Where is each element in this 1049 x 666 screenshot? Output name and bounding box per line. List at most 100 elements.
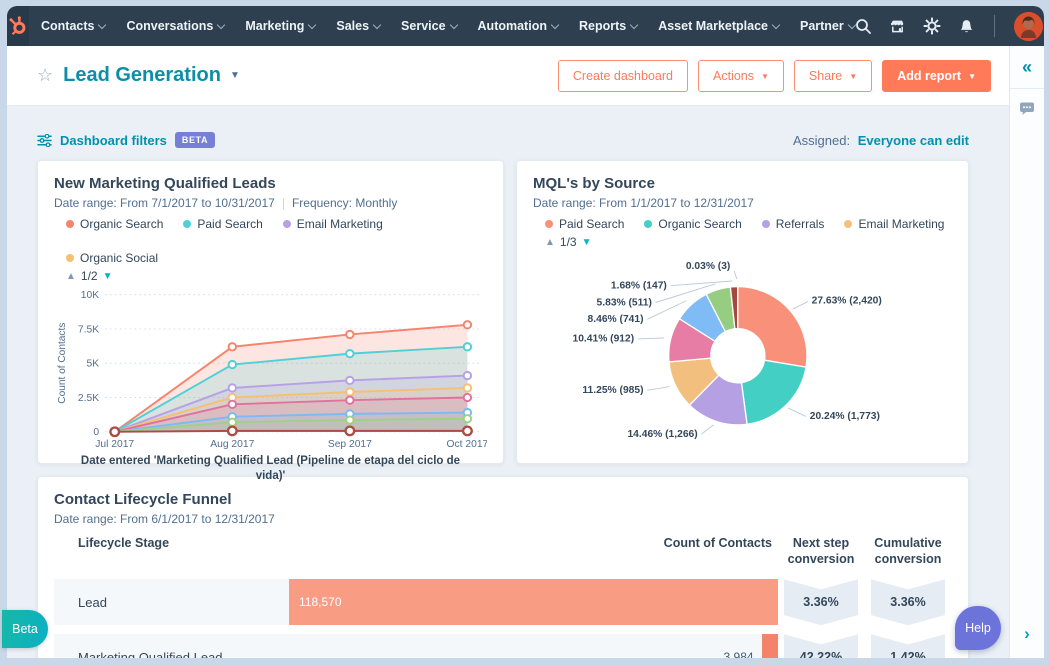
funnel-stage-label: Marketing Qualified Lead bbox=[78, 649, 223, 658]
report-title: New Marketing Qualified Leads bbox=[54, 175, 276, 192]
svg-text:Jul 2017: Jul 2017 bbox=[95, 439, 134, 450]
nav-right-tools bbox=[855, 11, 1044, 41]
legend-item-referrals[interactable]: Referrals bbox=[761, 217, 824, 231]
donut-slice-0[interactable] bbox=[737, 285, 808, 368]
add-report-label: Add report bbox=[897, 68, 962, 83]
chevron-down-icon bbox=[771, 20, 781, 29]
nav-item-sales[interactable]: Sales bbox=[336, 19, 382, 33]
assigned-label: Assigned: bbox=[793, 132, 851, 148]
hubspot-logo[interactable] bbox=[7, 6, 29, 46]
svg-text:7.5K: 7.5K bbox=[78, 324, 99, 335]
funnel-table: Lifecycle Stage Count of Contacts Next s… bbox=[54, 536, 952, 658]
add-report-button[interactable]: Add report ▼ bbox=[882, 59, 991, 92]
column-header-count: Count of Contacts bbox=[663, 536, 772, 550]
donut-legend: Paid Search Organic Search Referrals Email … bbox=[545, 217, 952, 231]
legend-pager: ▲ 1/2 ▼ bbox=[66, 269, 487, 283]
marketplace-icon[interactable] bbox=[889, 18, 906, 34]
svg-text:Oct 2017: Oct 2017 bbox=[447, 439, 487, 450]
user-avatar[interactable] bbox=[1013, 11, 1043, 41]
report-subtitle: Date range: From 6/1/2017 to 12/31/2017 bbox=[54, 512, 952, 526]
actions-button[interactable]: Actions ▼ bbox=[697, 59, 784, 92]
filters-row: Dashboard filters BETA Assigned: Everyon… bbox=[37, 132, 969, 148]
nav-item-label: Asset Marketplace bbox=[658, 19, 768, 33]
legend-item-organic-social[interactable]: Organic Social bbox=[66, 251, 158, 265]
legend-label: Organic Social bbox=[80, 251, 159, 265]
nav-item-label: Service bbox=[401, 19, 446, 33]
column-header-lifecycle-stage: Lifecycle Stage bbox=[78, 536, 170, 550]
top-navigation: Contacts Conversations Marketing Sales Servi… bbox=[7, 6, 1044, 46]
create-dashboard-button[interactable]: Create dashboard bbox=[557, 59, 688, 92]
legend-item-email-marketing[interactable]: Email Marketing bbox=[282, 217, 383, 231]
nav-item-label: Partner bbox=[799, 19, 844, 33]
legend-page-down-icon[interactable]: ▼ bbox=[582, 237, 592, 248]
legend-page-up-icon[interactable]: ▲ bbox=[545, 237, 555, 248]
dashboard-filters-button[interactable]: Dashboard filters BETA bbox=[37, 132, 216, 148]
share-button[interactable]: Share ▼ bbox=[793, 59, 873, 92]
donut-slice-label: 0.03% (3) bbox=[686, 261, 731, 272]
legend-item-paid-search[interactable]: Paid Search bbox=[545, 217, 624, 231]
legend-page-down-icon[interactable]: ▼ bbox=[103, 271, 113, 282]
svg-text:0: 0 bbox=[93, 427, 99, 438]
collapse-panel-icon[interactable]: « bbox=[1022, 58, 1032, 76]
comments-icon[interactable] bbox=[1019, 101, 1035, 121]
nav-item-label: Automation bbox=[477, 19, 547, 33]
nav-item-label: Conversations bbox=[126, 19, 214, 33]
legend-label: Email Marketing bbox=[858, 217, 945, 231]
chevron-down-icon bbox=[550, 20, 560, 29]
search-icon[interactable] bbox=[855, 18, 872, 35]
donut-slice-label: 1.68% (147) bbox=[611, 280, 667, 291]
area-line-chart[interactable]: 0 2.5K 5K 7.5K 10K Count of Contacts Jul 2017 A… bbox=[54, 285, 487, 453]
nav-item-conversations[interactable]: Conversations bbox=[126, 19, 226, 33]
date-range-text: Date range: From 6/1/2017 to 12/31/2017 bbox=[54, 512, 275, 526]
donut-chart[interactable]: 27.63% (2,420) 20.24% (1,773) 14.46% (1,26… bbox=[533, 253, 952, 451]
page-title[interactable]: Lead Generation bbox=[63, 64, 221, 87]
nav-item-marketing[interactable]: Marketing bbox=[245, 19, 317, 33]
next-panel-chevron-icon[interactable]: › bbox=[1024, 624, 1030, 644]
next-step-conversion-cell: 3.36% bbox=[778, 579, 864, 626]
help-button[interactable]: Help bbox=[955, 606, 1001, 650]
legend-dot-icon bbox=[282, 220, 291, 228]
report-card-mqls-by-source: MQL's by Source Date range: From 1/1/201… bbox=[516, 160, 969, 464]
svg-text:2.5K: 2.5K bbox=[78, 393, 99, 404]
report-title: MQL's by Source bbox=[533, 175, 655, 192]
funnel-bar: 118,570 bbox=[289, 579, 778, 626]
report-card-lifecycle-funnel: Contact Lifecycle Funnel Date range: Fro… bbox=[37, 476, 969, 658]
nav-menu: Contacts Conversations Marketing Sales Servi… bbox=[41, 19, 857, 33]
dashboard-switcher-caret-icon[interactable]: ▼ bbox=[230, 70, 240, 81]
conversion-chevron-badge: 42.22% bbox=[784, 634, 858, 658]
donut-slice-1[interactable] bbox=[740, 359, 807, 425]
funnel-row-lead: Lead 118,570 bbox=[54, 579, 778, 626]
caret-down-icon: ▼ bbox=[760, 71, 769, 81]
legend-item-organic-search[interactable]: Organic Search bbox=[66, 217, 163, 231]
svg-text:10K: 10K bbox=[81, 290, 99, 301]
legend-label: Organic Search bbox=[658, 217, 742, 231]
legend-page-up-icon[interactable]: ▲ bbox=[66, 271, 76, 282]
notifications-icon[interactable] bbox=[958, 18, 975, 35]
legend-label: Paid Search bbox=[559, 217, 625, 231]
legend-dot-icon bbox=[644, 220, 653, 228]
subtitle-divider: | bbox=[281, 196, 285, 210]
settings-icon[interactable] bbox=[923, 17, 941, 35]
nav-item-service[interactable]: Service bbox=[401, 19, 458, 33]
legend-item-paid-search[interactable]: Paid Search bbox=[183, 217, 263, 231]
legend-dot-icon bbox=[66, 254, 74, 262]
conversion-chevron-badge: 3.36% bbox=[871, 579, 945, 626]
nav-item-reports[interactable]: Reports bbox=[579, 19, 639, 33]
legend-item-organic-search[interactable]: Organic Search bbox=[644, 217, 742, 231]
right-collapse-rail: « › bbox=[1009, 46, 1044, 658]
report-subtitle: Date range: From 7/1/2017 to 10/31/2017 |… bbox=[54, 196, 487, 210]
favorite-star-icon[interactable]: ☆ bbox=[37, 65, 53, 86]
nav-item-automation[interactable]: Automation bbox=[477, 19, 560, 33]
donut-slice-label: 10.41% (912) bbox=[573, 334, 635, 345]
chevron-down-icon bbox=[308, 20, 317, 29]
caret-down-icon: ▼ bbox=[849, 71, 858, 81]
funnel-bar-zone: 118,570 bbox=[289, 579, 778, 626]
legend-item-email-marketing[interactable]: Email Marketing bbox=[844, 217, 944, 231]
nav-item-asset-marketplace[interactable]: Asset Marketplace bbox=[658, 19, 781, 33]
assigned-permission-link[interactable]: Everyone can edit bbox=[858, 133, 969, 148]
hubspot-app: Contacts Conversations Marketing Sales Servi… bbox=[7, 6, 1044, 658]
nav-item-label: Contacts bbox=[41, 19, 95, 33]
nav-item-partner[interactable]: Partner bbox=[799, 19, 857, 33]
report-title: Contact Lifecycle Funnel bbox=[54, 491, 232, 508]
nav-item-contacts[interactable]: Contacts bbox=[41, 19, 107, 33]
